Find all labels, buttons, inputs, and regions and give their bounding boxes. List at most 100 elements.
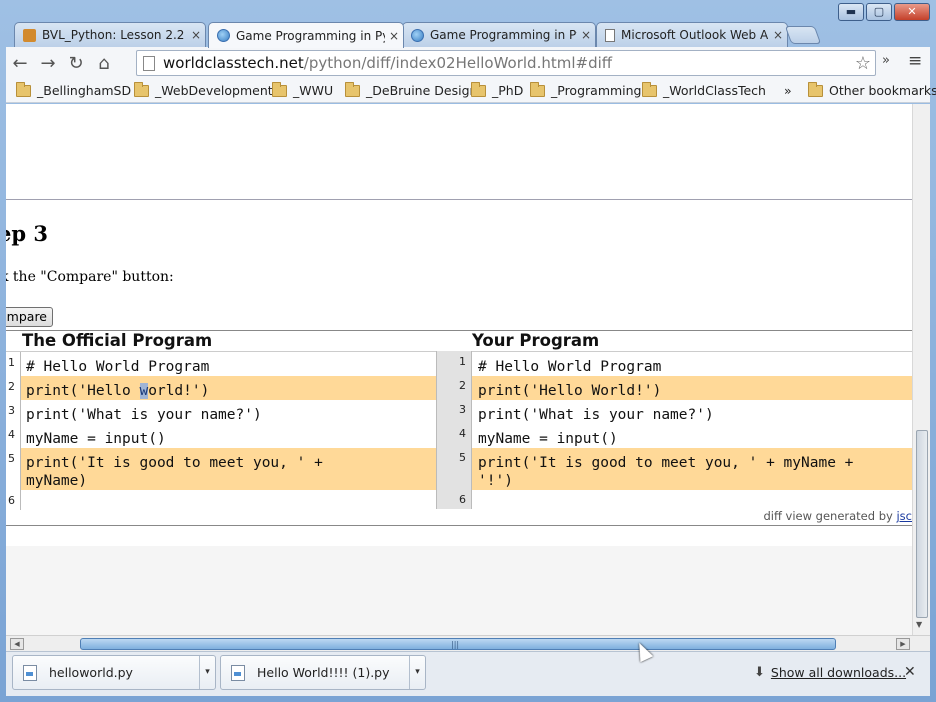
instruction-text: k the "Compare" button: xyxy=(6,269,174,285)
bookmarks-overflow-icon[interactable]: » xyxy=(784,83,792,98)
toolbar: ← → ↻ ⌂ worldclasstech.net/python/diff/i… xyxy=(6,47,930,79)
line-number: 6 xyxy=(8,494,15,507)
download-item-helloworld[interactable]: helloworld.py ▾ xyxy=(12,655,216,690)
footer-text: diff view generated by xyxy=(763,509,897,523)
close-download-bar-icon[interactable]: ✕ xyxy=(904,664,916,680)
step-heading: ep 3 xyxy=(6,221,48,246)
download-options-icon[interactable]: ▾ xyxy=(199,656,215,689)
horizontal-scrollbar[interactable]: ◀ ||| ▶ xyxy=(6,635,930,651)
selected-char: w xyxy=(139,383,149,399)
download-filename: Hello World!!!! (1).py xyxy=(257,665,390,680)
line-number: 1 xyxy=(459,355,466,368)
diff-footer: diff view generated by jsc xyxy=(6,509,912,527)
show-all-downloads-link[interactable]: ⬇ Show all downloads... xyxy=(754,665,906,680)
bookmark-folder-worldclasstech[interactable]: _WorldClassTech xyxy=(642,81,766,98)
forward-button[interactable]: → xyxy=(34,49,62,77)
line-number: 5 xyxy=(8,452,15,465)
folder-icon xyxy=(272,81,287,97)
vertical-scrollbar[interactable]: ▼ xyxy=(912,104,930,635)
line-number: 6 xyxy=(459,493,466,506)
bookmark-folder-debruine-design[interactable]: _DeBruine Design xyxy=(345,81,478,98)
globe-icon xyxy=(411,28,424,42)
tab-close-icon[interactable]: × xyxy=(187,28,205,42)
bookmark-label: _Programming xyxy=(551,83,642,98)
grip-icon: ||| xyxy=(451,640,460,649)
tab-game-programming-active[interactable]: Game Programming in Py × xyxy=(208,22,404,48)
code-line: print('What is your name?') xyxy=(26,407,262,423)
tab-close-icon[interactable]: × xyxy=(769,28,787,42)
line-number: 3 xyxy=(8,404,15,417)
scroll-right-arrow-icon[interactable]: ▶ xyxy=(896,638,910,650)
diff-view: The Official Program Your Program 1 2 3 … xyxy=(6,330,912,526)
code-line: print('What is your name?') xyxy=(478,407,714,423)
folder-icon xyxy=(642,81,657,97)
bookmark-label: _DeBruine Design xyxy=(366,83,478,98)
home-button[interactable]: ⌂ xyxy=(90,49,118,77)
horizontal-scroll-thumb[interactable]: ||| xyxy=(80,638,836,650)
code-line: # Hello World Program xyxy=(478,359,662,375)
tab-game-programming-2[interactable]: Game Programming in Py × xyxy=(402,22,596,47)
code-line: myName) xyxy=(26,473,88,489)
line-number: 5 xyxy=(459,451,466,464)
scroll-down-arrow-icon[interactable]: ▼ xyxy=(916,620,922,629)
tab-close-icon[interactable]: × xyxy=(577,28,595,42)
line-number: 4 xyxy=(459,427,466,440)
folder-icon xyxy=(345,81,360,97)
download-item-hello-world-1[interactable]: Hello World!!!! (1).py ▾ xyxy=(220,655,426,690)
back-button[interactable]: ← xyxy=(6,49,34,77)
folder-icon xyxy=(16,81,31,97)
footer-link[interactable]: jsc xyxy=(896,509,912,523)
tab-close-icon[interactable]: × xyxy=(385,29,403,43)
download-bar: helloworld.py ▾ Hello World!!!! (1).py ▾… xyxy=(6,651,930,696)
download-filename: helloworld.py xyxy=(49,665,133,680)
vertical-scroll-thumb[interactable] xyxy=(916,430,928,618)
globe-icon xyxy=(217,29,230,42)
tab-label: Game Programming in Py xyxy=(236,28,385,43)
bookmark-label: Other bookmarks xyxy=(829,83,936,98)
reload-button[interactable]: ↻ xyxy=(62,49,90,77)
gutter-divider xyxy=(20,352,21,510)
code-text: print('Hello xyxy=(26,383,140,399)
code-line: print('It is good to meet you, ' + xyxy=(26,455,323,471)
url-host: worldclasstech.net xyxy=(163,54,304,72)
line-number: 1 xyxy=(8,356,15,369)
folder-icon xyxy=(808,81,823,97)
compare-button[interactable]: mpare xyxy=(6,307,53,327)
bookmark-label: _BellinghamSD xyxy=(37,83,132,98)
bookmark-folder-bellinghamsd[interactable]: _BellinghamSD xyxy=(16,81,132,98)
bookmark-label: _PhD xyxy=(492,83,524,98)
code-line: print('Hello world!') xyxy=(26,382,209,400)
address-bar[interactable]: worldclasstech.net/python/diff/index02He… xyxy=(136,50,876,76)
extensions-overflow-icon[interactable]: » xyxy=(882,53,890,68)
close-window-button[interactable]: ✕ xyxy=(894,3,930,21)
official-program-title: The Official Program xyxy=(22,331,213,350)
bookmark-folder-webdevelopment[interactable]: _WebDevelopment xyxy=(134,81,273,98)
tab-outlook[interactable]: Microsoft Outlook Web A × xyxy=(596,22,788,47)
bookmark-folder-wwu[interactable]: _WWU xyxy=(272,81,333,98)
maximize-button[interactable]: ▢ xyxy=(866,3,892,21)
tab-bvl-python[interactable]: BVL_Python: Lesson 2.2 - · × xyxy=(14,22,206,47)
window-bottom-edge xyxy=(0,696,936,702)
tab-label: BVL_Python: Lesson 2.2 - · xyxy=(42,28,187,42)
other-bookmarks[interactable]: Other bookmarks xyxy=(808,81,936,98)
official-program-pane: 1 2 3 4 5 6 # Hello World Program print(… xyxy=(6,351,436,510)
url-path: /python/diff/index02HelloWorld.html#diff xyxy=(303,54,613,72)
python-file-icon xyxy=(231,664,245,681)
page-icon xyxy=(605,28,615,42)
bookmark-star-icon[interactable]: ☆ xyxy=(855,53,871,74)
page-icon xyxy=(143,55,155,71)
line-number: 2 xyxy=(8,380,15,393)
new-tab-button[interactable] xyxy=(784,26,822,44)
download-icon: ⬇ xyxy=(754,665,765,680)
tab-strip: BVL_Python: Lesson 2.2 - · × Game Progra… xyxy=(14,22,914,48)
minimize-button[interactable]: ▬ xyxy=(838,3,864,21)
folder-icon xyxy=(530,81,545,97)
code-line: print('It is good to meet you, ' + myNam… xyxy=(478,455,854,471)
download-options-icon[interactable]: ▾ xyxy=(409,656,425,689)
code-line: myName = input() xyxy=(26,431,166,447)
bookmark-folder-programming[interactable]: _Programming xyxy=(530,81,642,98)
folder-icon xyxy=(471,81,486,97)
scroll-left-arrow-icon[interactable]: ◀ xyxy=(10,638,24,650)
bookmark-folder-phd[interactable]: _PhD xyxy=(471,81,524,98)
menu-icon[interactable]: ≡ xyxy=(908,51,922,71)
